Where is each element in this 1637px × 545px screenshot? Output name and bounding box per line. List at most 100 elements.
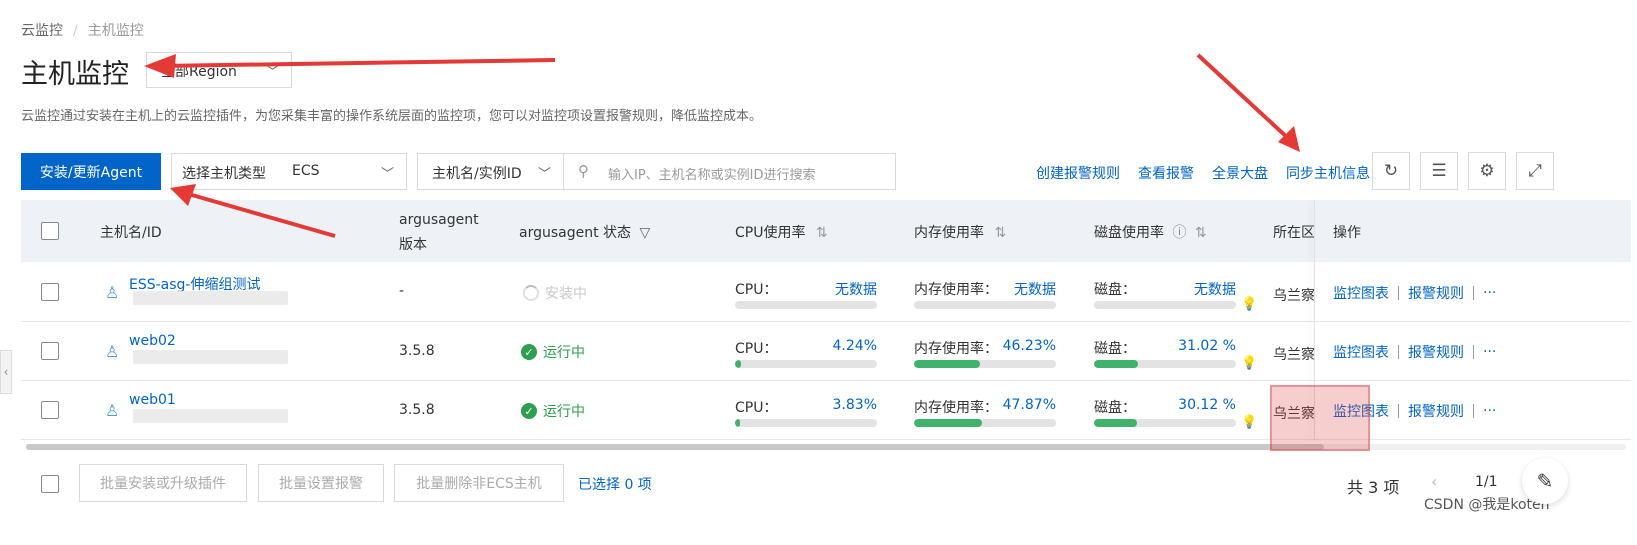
more-actions-icon[interactable]: ··· — [1483, 403, 1496, 419]
disk-value[interactable]: 31.02 % — [1178, 338, 1236, 354]
header-mem: 内存使用率 ⇅ — [914, 222, 1006, 242]
disk-value[interactable]: 无数据 — [1194, 279, 1236, 299]
agent-version: 3.5.8 — [399, 402, 435, 418]
refresh-button[interactable]: ↻ — [1372, 152, 1410, 190]
lightbulb-icon[interactable]: 💡 — [1241, 415, 1257, 430]
host-name-link[interactable]: web01 — [129, 392, 176, 408]
row-checkbox[interactable] — [41, 342, 59, 360]
mem-progress-bar — [914, 360, 1056, 368]
info-icon[interactable]: ⓘ — [1172, 225, 1186, 241]
host-type-select[interactable]: 选择主机类型 ECS ﹀ — [171, 153, 407, 190]
cpu-progress-bar — [735, 419, 877, 427]
check-circle-icon: ✓ — [521, 403, 537, 419]
sort-icon[interactable]: ⇅ — [816, 225, 828, 241]
sort-icon[interactable]: ⇅ — [1195, 225, 1207, 241]
search-input[interactable]: ⚲ 输入IP、主机名称或实例ID进行搜索 — [563, 153, 896, 190]
status-text: 运行中 — [543, 404, 585, 420]
mem-progress-fill — [914, 419, 982, 427]
view-alarms-link[interactable]: 查看报警 — [1138, 163, 1194, 183]
alarm-rules-link[interactable]: 报警规则 — [1408, 283, 1464, 303]
table-row: ♙ web01 3.5.8 ✓ 运行中 CPU： 3.83% 内存使用率： 47… — [21, 381, 1631, 440]
breadcrumb-separator: / — [73, 23, 78, 39]
chevron-down-icon: ﹀ — [380, 167, 394, 182]
host-name-link[interactable]: web02 — [129, 333, 176, 349]
header-cpu-label: CPU使用率 — [735, 225, 806, 241]
alarm-rules-link[interactable]: 报警规则 — [1408, 342, 1464, 362]
cpu-label: CPU： — [735, 341, 778, 357]
horizontal-scrollbar-thumb[interactable] — [26, 444, 1324, 450]
cpu-progress-fill — [735, 419, 741, 427]
page-indicator: 1/1 — [1475, 474, 1498, 490]
filter-icon[interactable]: ▽ — [640, 225, 651, 241]
footer-select-all-checkbox[interactable] — [41, 475, 59, 493]
disk-label: 磁盘： — [1094, 400, 1136, 416]
sync-host-info-link[interactable]: 同步主机信息 — [1286, 163, 1370, 183]
fullscreen-button[interactable]: ⤢ — [1516, 152, 1554, 190]
mem-progress-bar — [914, 301, 1056, 309]
total-count: 共 3 项 — [1347, 478, 1400, 497]
agent-version: 3.5.8 — [399, 343, 435, 359]
settings-button[interactable]: ⚙ — [1468, 152, 1506, 190]
host-type-label: 选择主机类型 — [182, 166, 266, 182]
cpu-value[interactable]: 3.83% — [833, 397, 877, 413]
row-density-button[interactable]: ☰ — [1420, 152, 1458, 190]
header-ops: 操作 — [1333, 225, 1361, 241]
fullscreen-icon: ⤢ — [1528, 161, 1542, 181]
disk-progress-bar — [1094, 419, 1236, 427]
annotation-arrow — [1196, 53, 1292, 142]
cpu-value[interactable]: 4.24% — [833, 338, 877, 354]
monitor-chart-link[interactable]: 监控图表 — [1333, 342, 1389, 362]
create-alarm-rule-link[interactable]: 创建报警规则 — [1036, 163, 1120, 183]
disk-value[interactable]: 30.12 % — [1178, 397, 1236, 413]
disk-progress-bar — [1094, 360, 1236, 368]
mem-label: 内存使用率： — [914, 282, 998, 298]
header-region: 所在区 — [1273, 225, 1315, 241]
cpu-value[interactable]: 无数据 — [835, 279, 877, 299]
instance-id-blurred — [133, 409, 288, 423]
dashboard-link[interactable]: 全景大盘 — [1212, 163, 1268, 183]
region-cell: 乌兰察 — [1273, 288, 1315, 304]
disk-progress-fill — [1094, 419, 1137, 427]
chevron-left-icon[interactable]: ‹ — [1431, 472, 1437, 491]
edit-icon[interactable]: ✎ — [1522, 458, 1568, 504]
select-all-checkbox[interactable] — [41, 222, 59, 240]
search-field-select[interactable]: 主机名/实例ID ﹀ — [417, 153, 564, 190]
region-select[interactable]: 全部Region ﹀ — [146, 52, 292, 88]
collapse-left-handle[interactable]: ‹ — [0, 350, 12, 394]
row-actions: 监控图表 报警规则 ··· — [1333, 342, 1496, 362]
mem-value[interactable]: 47.87% — [1003, 397, 1056, 413]
search-placeholder: 输入IP、主机名称或实例ID进行搜索 — [608, 168, 816, 183]
row-checkbox[interactable] — [41, 401, 59, 419]
header-status: argusagent 状态 ▽ — [519, 222, 650, 242]
disk-label: 磁盘： — [1094, 282, 1136, 298]
more-actions-icon[interactable]: ··· — [1483, 285, 1496, 301]
status-badge: ✓ 运行中 — [521, 342, 585, 362]
divider — [1398, 286, 1399, 300]
install-agent-button[interactable]: 安装/更新Agent — [21, 153, 161, 190]
watermark-stamp — [1270, 385, 1370, 451]
row-height-icon: ☰ — [1431, 161, 1447, 181]
batch-delete-button[interactable]: 批量删除非ECS主机 — [394, 464, 564, 502]
status-badge: 安装中 — [523, 283, 587, 303]
lightbulb-icon[interactable]: 💡 — [1241, 297, 1257, 312]
breadcrumb-item-cloud-monitor[interactable]: 云监控 — [21, 23, 63, 39]
row-checkbox[interactable] — [41, 283, 59, 301]
more-actions-icon[interactable]: ··· — [1483, 344, 1496, 360]
batch-alarm-button[interactable]: 批量设置报警 — [258, 464, 384, 502]
sort-icon[interactable]: ⇅ — [994, 225, 1006, 241]
header-host: 主机名/ID — [100, 225, 162, 241]
page-description: 云监控通过安装在主机上的云监控插件，为您采集丰富的操作系统层面的监控项，您可以对… — [21, 109, 763, 124]
alarm-rules-link[interactable]: 报警规则 — [1408, 401, 1464, 421]
divider — [1473, 404, 1474, 418]
search-icon: ⚲ — [578, 162, 589, 180]
mem-value[interactable]: 46.23% — [1003, 338, 1056, 354]
batch-install-button[interactable]: 批量安装或升级插件 — [79, 464, 247, 502]
divider — [1473, 286, 1474, 300]
lightbulb-icon[interactable]: 💡 — [1241, 356, 1257, 371]
chevron-down-icon: ﹀ — [265, 65, 279, 80]
monitor-chart-link[interactable]: 监控图表 — [1333, 283, 1389, 303]
host-type-value: ECS — [292, 163, 320, 179]
mem-value[interactable]: 无数据 — [1014, 279, 1056, 299]
check-circle-icon: ✓ — [521, 344, 537, 360]
cpu-progress-bar — [735, 301, 877, 309]
